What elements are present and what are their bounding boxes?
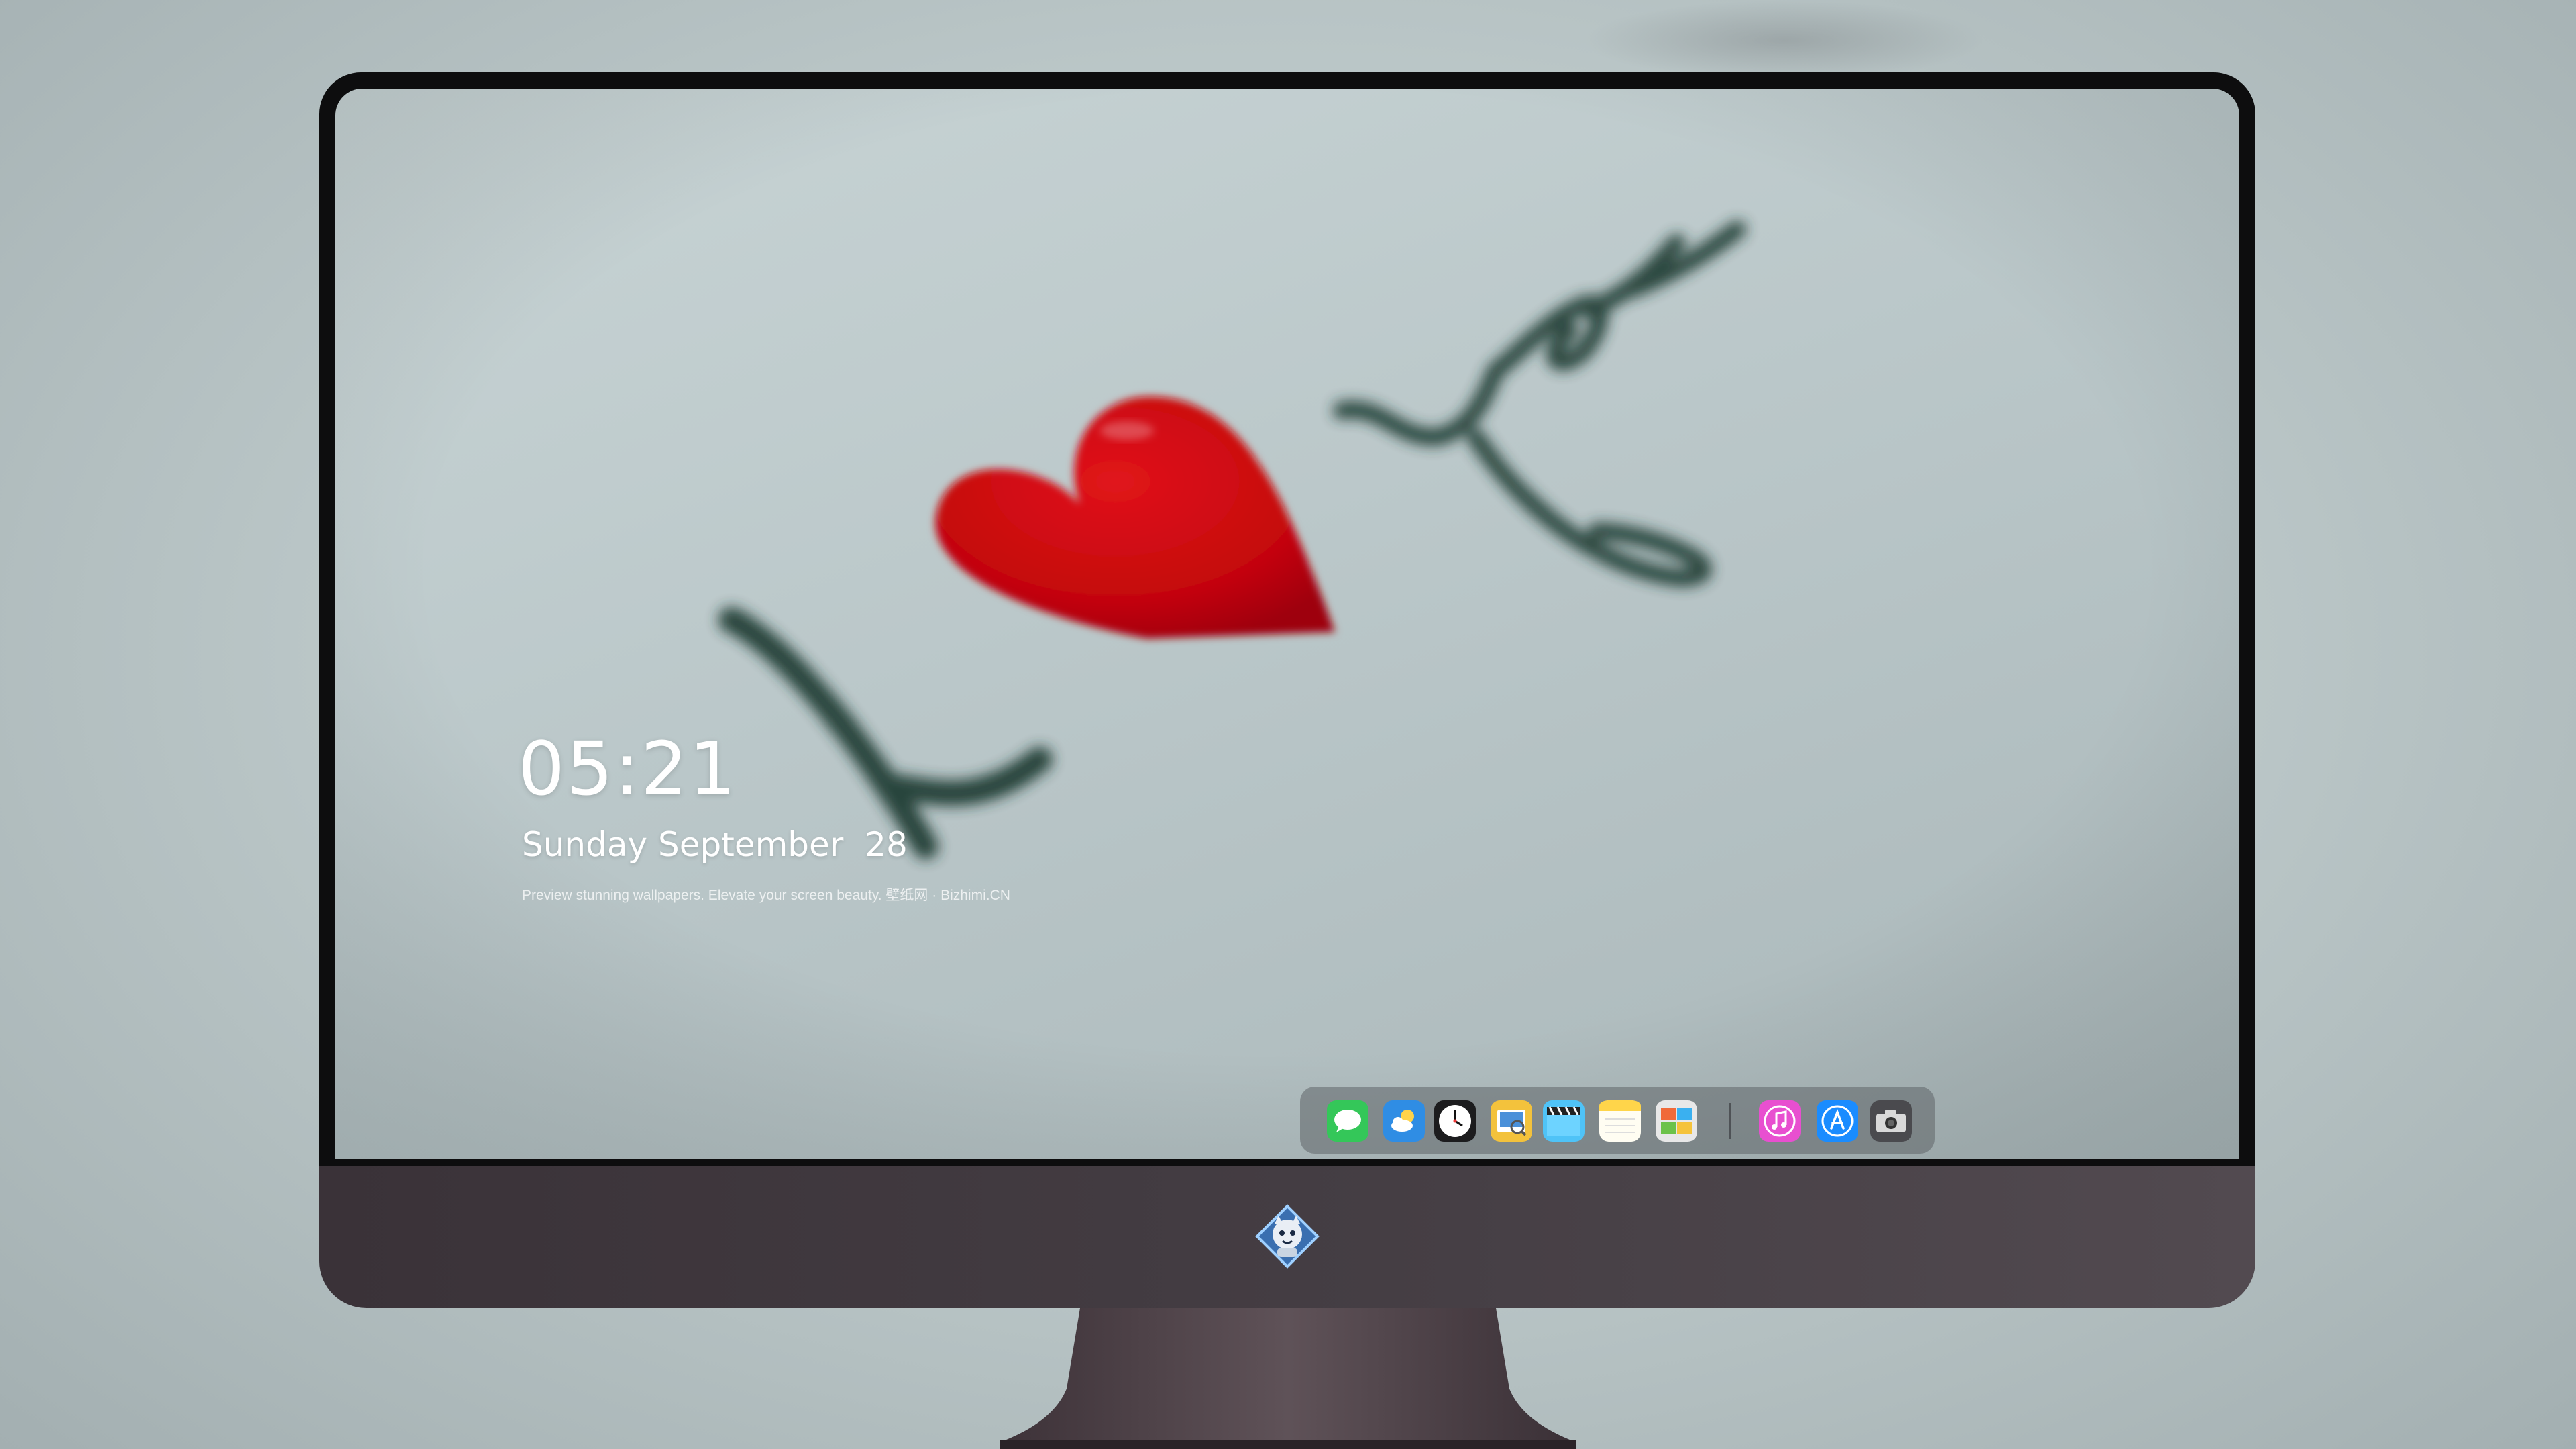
preview-icon[interactable] [1491,1100,1532,1142]
itunes-icon[interactable] [1759,1100,1801,1142]
clock-icon[interactable] [1434,1100,1476,1142]
messages-icon[interactable] [1327,1100,1368,1142]
monitor-chin [319,1166,2255,1308]
background-blur [1583,0,1986,80]
photo-booth-icon[interactable] [1656,1100,1697,1142]
clips-icon[interactable] [1543,1100,1585,1142]
desktop-screen[interactable]: 05:21 Sunday September 28 Preview stunni… [335,89,2239,1159]
dock [1300,1087,1935,1154]
wallpaper-tagline: Preview stunning wallpapers. Elevate you… [522,888,1010,903]
camera-icon[interactable] [1870,1100,1912,1142]
dock-divider [1729,1103,1731,1139]
lockscreen-time: 05:21 [518,726,738,812]
weather-icon[interactable] [1383,1100,1425,1142]
monitor-bezel: 05:21 Sunday September 28 Preview stunni… [319,72,2255,1166]
lockscreen-date: Sunday September 28 [522,825,908,864]
wallpaper [335,89,2239,1159]
monitor-stand [1000,1308,1576,1449]
app-store-icon[interactable] [1817,1100,1858,1142]
mascot-logo-icon [1255,1204,1320,1269]
notes-icon[interactable] [1599,1100,1641,1142]
